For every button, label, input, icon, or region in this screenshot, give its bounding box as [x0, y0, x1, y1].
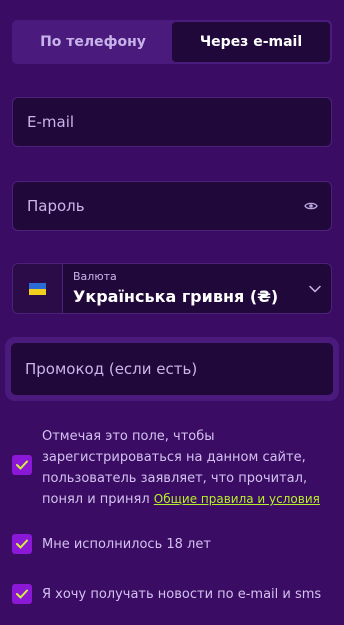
news-checkbox[interactable]: [12, 584, 32, 604]
eye-icon[interactable]: [304, 199, 318, 213]
age-checkbox[interactable]: [12, 534, 32, 554]
currency-select[interactable]: Валюта Українська гривня (₴): [12, 263, 332, 314]
age-checkbox-row: Мне исполнилось 18 лет: [12, 534, 332, 555]
checkmark-icon: [16, 539, 28, 549]
currency-value: Українська гривня (₴): [73, 286, 279, 306]
currency-label: Валюта: [73, 269, 117, 283]
password-placeholder: Пароль: [27, 197, 85, 215]
currency-flag-box: [13, 264, 63, 313]
terms-checkbox-row: Отмечая это поле, чтобы зарегистрировать…: [12, 426, 332, 510]
email-placeholder: E-mail: [27, 113, 75, 131]
ukraine-flag-icon: [29, 282, 46, 295]
chevron-down-icon[interactable]: [299, 264, 331, 313]
tab-phone[interactable]: По телефону: [14, 22, 172, 62]
checkmark-icon: [16, 460, 28, 470]
tab-email[interactable]: Через e-mail: [172, 22, 330, 62]
news-checkbox-row: Я хочу получать новости по e-mail и sms: [12, 584, 332, 605]
terms-checkbox[interactable]: [12, 455, 32, 475]
email-field[interactable]: E-mail: [12, 97, 332, 147]
promo-code-field[interactable]: Промокод (если есть): [11, 343, 333, 395]
age-text: Мне исполнилось 18 лет: [42, 537, 211, 552]
checkmark-icon: [16, 589, 28, 599]
terms-text: Отмечая это поле, чтобы зарегистрировать…: [42, 426, 332, 510]
terms-link[interactable]: Общие правила и условия: [154, 492, 320, 506]
registration-form: По телефону Через e-mail E-mail Пароль В…: [0, 0, 344, 625]
password-field[interactable]: Пароль: [12, 181, 332, 231]
promo-placeholder: Промокод (если есть): [25, 360, 198, 378]
registration-method-tabs: По телефону Через e-mail: [12, 20, 332, 64]
promo-code-container: Промокод (если есть): [5, 337, 339, 401]
news-text: Я хочу получать новости по e-mail и sms: [42, 587, 322, 602]
